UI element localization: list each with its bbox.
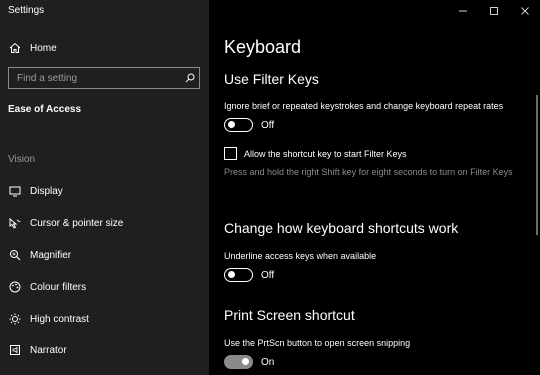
sidebar-section-heading: Ease of Access [8,104,82,115]
sidebar-item-high-contrast[interactable]: High contrast [0,311,209,327]
minimize-button[interactable] [447,0,478,22]
search-box[interactable] [8,67,200,89]
window-title: Settings [8,5,45,16]
filter-keys-hint: Press and hold the right Shift key for e… [224,167,513,177]
close-button[interactable] [509,0,540,22]
sidebar-item-label: Cursor & pointer size [30,217,124,229]
filter-keys-description: Ignore brief or repeated keystrokes and … [224,101,504,111]
sidebar-item-label: Narrator [30,344,67,356]
filter-keys-toggle-state: Off [261,119,275,131]
sidebar-item-cursor[interactable]: Cursor & pointer size [0,215,209,231]
sidebar-item-colour-filters[interactable]: Colour filters [0,279,209,295]
sidebar: Settings Home Ease of Access Vision Disp… [0,0,209,375]
sidebar-item-label: Display [30,185,63,197]
colour-filters-icon [8,280,22,294]
high-contrast-icon [8,312,22,326]
filter-keys-toggle[interactable] [224,118,253,132]
magnifier-icon [8,248,22,262]
filter-keys-heading: Use Filter Keys [224,71,319,87]
filter-keys-shortcut-checkbox[interactable] [224,147,237,160]
print-screen-toggle[interactable] [224,355,253,369]
main-content: Keyboard Use Filter Keys Ignore brief or… [209,0,540,375]
print-screen-heading: Print Screen shortcut [224,307,355,323]
scrollbar[interactable] [536,95,538,235]
shortcuts-description: Underline access keys when available [224,251,377,261]
sidebar-item-label: Colour filters [30,281,87,293]
filter-keys-toggle-row: Off [224,118,274,132]
print-screen-description: Use the PrtScn button to open screen sni… [224,338,411,348]
cursor-icon [8,216,22,230]
toggle-knob [228,121,235,128]
search-input[interactable] [9,68,181,88]
narrator-icon [8,343,22,357]
sidebar-group-label: Vision [8,154,36,165]
sidebar-home-label: Home [30,42,57,54]
search-icon[interactable] [181,68,199,88]
underline-access-keys-toggle[interactable] [224,268,253,282]
sidebar-item-label: High contrast [30,313,89,325]
toggle-knob [228,271,235,278]
window-controls [447,0,540,22]
print-screen-toggle-state: On [261,356,275,368]
toggle-knob [242,358,249,365]
display-icon [8,184,22,198]
shortcuts-toggle-row: Off [224,268,274,282]
sidebar-item-display[interactable]: Display [0,183,209,199]
maximize-button[interactable] [478,0,509,22]
filter-keys-shortcut-row: Allow the shortcut key to start Filter K… [224,147,407,160]
page-title: Keyboard [224,37,302,57]
sidebar-item-label: Magnifier [30,249,72,261]
print-screen-toggle-row: On [224,355,274,369]
home-icon [8,41,22,55]
filter-keys-shortcut-label[interactable]: Allow the shortcut key to start Filter K… [244,149,407,159]
sidebar-item-narrator[interactable]: Narrator [0,342,209,358]
sidebar-item-magnifier[interactable]: Magnifier [0,247,209,263]
shortcuts-heading: Change how keyboard shortcuts work [224,220,459,236]
sidebar-home[interactable]: Home [0,40,209,56]
shortcuts-toggle-state: Off [261,269,275,281]
